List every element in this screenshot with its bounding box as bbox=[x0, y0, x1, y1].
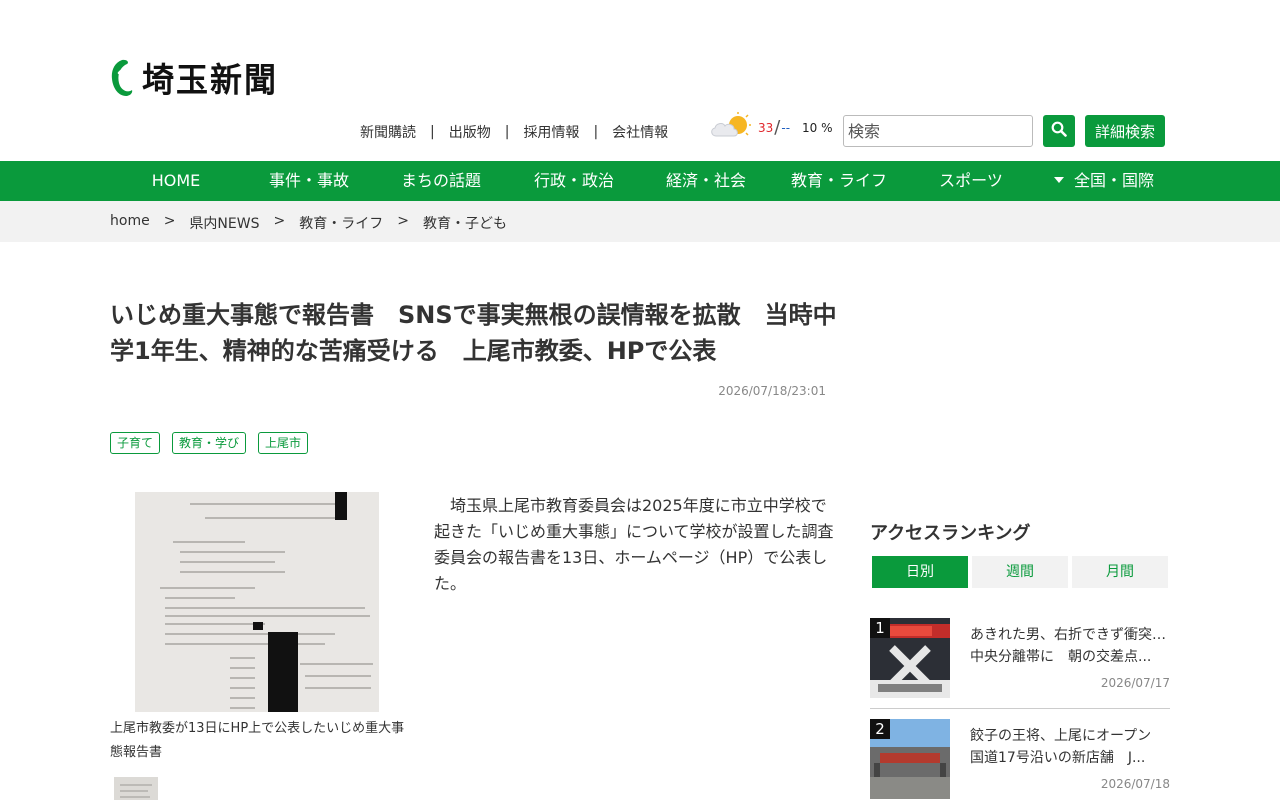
temp-slash: / bbox=[774, 117, 781, 138]
nav-item-sports[interactable]: スポーツ bbox=[905, 161, 1037, 201]
breadcrumb-home[interactable]: home bbox=[110, 213, 150, 233]
nav-item-national[interactable]: 全国・国際 bbox=[1038, 161, 1170, 201]
search-button[interactable] bbox=[1043, 115, 1075, 147]
article-tags: 子育て 教育・学び 上尾市 bbox=[110, 432, 320, 454]
ranking-item[interactable]: 2 餃子の王将、上尾にオープン 国道17号沿いの新店舗 J... 2026/07… bbox=[870, 719, 1170, 809]
ranking-title: あきれた男、右折できず衝突… 中央分離帯に 朝の交差点... bbox=[970, 627, 1166, 665]
breadcrumb-education-life[interactable]: 教育・ライフ bbox=[299, 213, 383, 233]
breadcrumb: home > 県内NEWS > 教育・ライフ > 教育・子ども bbox=[110, 213, 507, 233]
breadcrumb-separator: > bbox=[397, 213, 409, 229]
ranking-tab-daily[interactable]: 日別 bbox=[872, 556, 968, 588]
util-separator: | bbox=[593, 124, 599, 140]
ranking-heading: アクセスランキング bbox=[870, 523, 1031, 544]
site-logo[interactable]: 埼玉新聞 bbox=[110, 58, 278, 100]
breadcrumb-separator: > bbox=[273, 213, 286, 229]
article-photo[interactable] bbox=[135, 492, 379, 712]
util-link-recruit[interactable]: 採用情報 bbox=[523, 122, 579, 142]
nav-item-education[interactable]: 教育・ライフ bbox=[773, 161, 905, 201]
nav-item-national-label: 全国・国際 bbox=[1073, 171, 1154, 190]
ranking-tab-monthly[interactable]: 月間 bbox=[1072, 556, 1168, 588]
nav-item-politics[interactable]: 行政・政治 bbox=[508, 161, 640, 201]
photo-thumbnail[interactable] bbox=[114, 777, 158, 800]
ranking-tabs: 日別 週間 月間 bbox=[870, 554, 1170, 590]
ranking-title: 餃子の王将、上尾にオープン 国道17号沿いの新店舗 J... bbox=[970, 728, 1152, 766]
temp-high: 33 bbox=[758, 120, 774, 135]
util-link-subscribe[interactable]: 新聞購読 bbox=[360, 122, 416, 142]
nav-item-town[interactable]: まちの話題 bbox=[375, 161, 507, 201]
photo-caption: 上尾市教委が13日にHP上で公表したいじめ重大事態報告書 bbox=[110, 721, 405, 760]
ranking-date: 2026/07/17 bbox=[1100, 676, 1170, 690]
article-body: 埼玉県上尾市教育委員会は2025年度に市立中学校で起きた「いじめ重大事態」につい… bbox=[434, 496, 834, 593]
caret-down-icon bbox=[1053, 176, 1064, 183]
breadcrumb-local-news[interactable]: 県内NEWS bbox=[189, 213, 259, 233]
util-separator: | bbox=[504, 124, 510, 140]
logo-mark-icon bbox=[110, 59, 134, 97]
breadcrumb-separator: > bbox=[163, 213, 176, 229]
ranking-tab-weekly[interactable]: 週間 bbox=[972, 556, 1068, 588]
ranking-date: 2026/07/18 bbox=[1100, 777, 1170, 791]
util-link-company[interactable]: 会社情報 bbox=[612, 122, 668, 142]
util-separator: | bbox=[430, 124, 435, 140]
weather-widget: 33 / -- 10 % bbox=[708, 112, 833, 143]
cloud-sun-icon bbox=[708, 112, 752, 143]
tag-childcare[interactable]: 子育て bbox=[110, 432, 161, 454]
ranking-number: 2 bbox=[870, 719, 890, 739]
tag-education[interactable]: 教育・学び bbox=[172, 432, 247, 454]
ranking-number: 1 bbox=[870, 618, 890, 638]
ranking-item[interactable]: 1 あきれた男、右折できず衝突… 中央分離帯に 朝の交差点... 2026/07… bbox=[870, 618, 1170, 708]
breadcrumb-bar: home > 県内NEWS > 教育・ライフ > 教育・子ども bbox=[0, 201, 1280, 242]
util-link-publications[interactable]: 出版物 bbox=[449, 122, 491, 142]
article-date: 2026/07/18/23:01 bbox=[718, 384, 826, 398]
article-title: いじめ重大事態で報告書 SNSで事実無根の誤情報を拡散 当時中学1年生、精神的な… bbox=[110, 301, 837, 365]
advanced-search-button[interactable]: 詳細検索 bbox=[1085, 115, 1165, 147]
tag-ageo[interactable]: 上尾市 bbox=[258, 432, 309, 454]
search-input[interactable] bbox=[843, 115, 1033, 147]
temp-low: -- bbox=[781, 120, 791, 135]
nav-item-home[interactable]: HOME bbox=[110, 161, 242, 201]
breadcrumb-education-children[interactable]: 教育・子ども bbox=[423, 213, 507, 233]
utility-links: 新聞購読 | 出版物 | 採用情報 | 会社情報 bbox=[360, 122, 668, 142]
rain-chance: 10 % bbox=[802, 120, 833, 135]
main-nav: HOME 事件・事故 まちの話題 行政・政治 経済・社会 教育・ライフ スポーツ… bbox=[0, 161, 1280, 201]
nav-item-incidents[interactable]: 事件・事故 bbox=[243, 161, 375, 201]
logo-text: 埼玉新聞 bbox=[142, 60, 279, 101]
ranking-divider bbox=[870, 708, 1170, 709]
search-icon bbox=[1051, 121, 1067, 141]
nav-item-economy[interactable]: 経済・社会 bbox=[640, 161, 772, 201]
